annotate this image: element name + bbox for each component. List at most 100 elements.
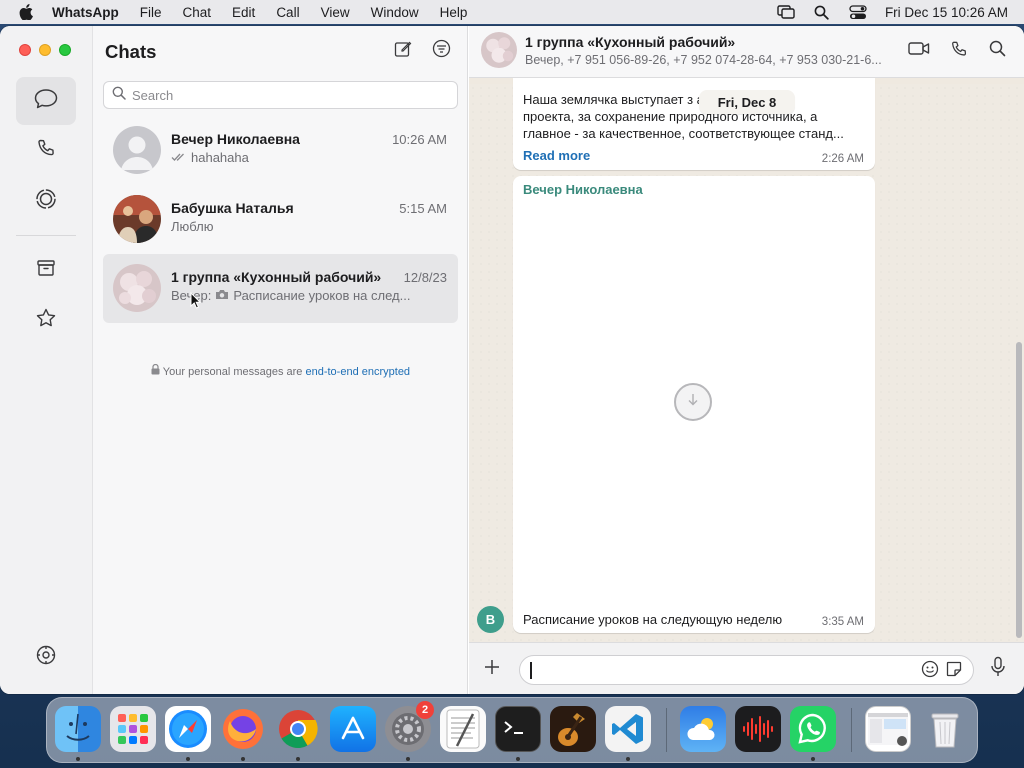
download-image-button[interactable] <box>674 383 712 421</box>
archive-icon <box>36 259 56 282</box>
conversation-title: 1 группа «Кухонный рабочий» <box>525 34 736 50</box>
menu-call[interactable]: Call <box>276 5 299 20</box>
settings-icon <box>35 644 57 671</box>
encryption-notice-text: Your personal messages are <box>162 366 303 378</box>
video-camera-icon <box>908 41 930 61</box>
message-input[interactable] <box>519 655 974 685</box>
spotlight-search-icon[interactable] <box>813 4 831 20</box>
chat-list-item[interactable]: Вечер Николаевна 10:26 AM hahahaha <box>103 116 458 185</box>
zoom-window-button[interactable] <box>59 44 71 56</box>
chat-time: 10:26 AM <box>392 132 447 147</box>
dock-safari-icon[interactable] <box>165 706 211 752</box>
menu-app-name[interactable]: WhatsApp <box>52 5 119 20</box>
dock-preview-thumbnail-icon[interactable] <box>865 706 911 752</box>
compose-icon <box>394 40 412 63</box>
menu-help[interactable]: Help <box>440 5 468 20</box>
chat-list-title: Chats <box>105 41 157 62</box>
filter-chats-button[interactable] <box>430 39 452 63</box>
message-text-line: главное - за качественное, соответствующ… <box>523 126 844 141</box>
dock-textedit-icon[interactable] <box>440 706 486 752</box>
dock: 2 <box>46 697 978 763</box>
apple-menu-icon[interactable] <box>16 2 36 22</box>
conversation-participants: Вечер, +7 951 056-89-26, +7 952 074-28-6… <box>525 53 882 67</box>
control-center-icon[interactable] <box>849 4 867 20</box>
sender-avatar[interactable]: В <box>477 606 504 633</box>
video-call-button[interactable] <box>907 40 931 62</box>
chat-time: 5:15 AM <box>399 201 447 216</box>
mouse-cursor-icon <box>190 291 202 314</box>
settings-nav-button[interactable] <box>16 633 76 681</box>
menu-chat[interactable]: Chat <box>183 5 212 20</box>
menu-window[interactable]: Window <box>371 5 419 20</box>
message-sender-name: Вечер Николаевна <box>523 182 643 197</box>
dock-app-store-icon[interactable] <box>330 706 376 752</box>
chat-list-item[interactable]: Бабушка Наталья 5:15 AM Люблю <box>103 185 458 254</box>
group-avatar <box>113 264 161 312</box>
read-more-link[interactable]: Read more <box>523 148 590 163</box>
contact-photo-avatar <box>113 195 161 243</box>
voice-message-button[interactable] <box>987 656 1009 683</box>
camera-icon <box>215 288 229 303</box>
dock-firefox-icon[interactable] <box>220 706 266 752</box>
chat-name: Вечер Николаевна <box>171 131 300 147</box>
dock-chrome-icon[interactable] <box>275 706 321 752</box>
starred-icon <box>35 307 57 334</box>
dock-whatsapp-icon[interactable] <box>790 706 836 752</box>
screen-mirroring-icon[interactable] <box>777 4 795 20</box>
encryption-notice: Your personal messages are end-to-end en… <box>93 363 468 378</box>
chat-time: 12/8/23 <box>403 270 447 285</box>
minimize-window-button[interactable] <box>39 44 51 56</box>
conversation-scrollbar[interactable] <box>1016 342 1022 638</box>
message-time: 2:26 AM <box>821 153 864 165</box>
attach-button[interactable] <box>481 658 503 680</box>
chat-preview: Люблю <box>171 219 451 234</box>
dock-running-indicator <box>241 757 245 761</box>
emoji-button[interactable] <box>920 660 940 681</box>
search-input[interactable] <box>132 87 432 103</box>
dock-terminal-icon[interactable] <box>495 706 541 752</box>
dock-finder-icon[interactable] <box>55 706 101 752</box>
search-in-chat-button[interactable] <box>985 40 1009 62</box>
chat-name: Бабушка Наталья <box>171 200 294 216</box>
encryption-link[interactable]: end-to-end encrypted <box>305 366 410 378</box>
dock-running-indicator <box>296 757 300 761</box>
default-avatar <box>113 126 161 174</box>
chat-list-item-selected[interactable]: 1 группа «Кухонный рабочий» 12/8/23 Вече… <box>103 254 458 323</box>
voice-call-button[interactable] <box>947 40 971 62</box>
navigation-rail <box>0 26 93 694</box>
message-bubble[interactable]: Наша землячка выступает з ание проекта, … <box>513 78 875 170</box>
dock-weather-icon[interactable] <box>680 706 726 752</box>
chat-preview-text: Люблю <box>171 219 214 234</box>
close-window-button[interactable] <box>19 44 31 56</box>
conversation-header[interactable]: 1 группа «Кухонный рабочий» Вечер, +7 95… <box>469 26 1024 78</box>
microphone-icon <box>990 656 1006 683</box>
chats-nav-button[interactable] <box>16 77 76 125</box>
image-message-bubble[interactable]: Вечер Николаевна Расписание уроков на сл… <box>513 176 875 633</box>
dock-launchpad-icon[interactable] <box>110 706 156 752</box>
dock-garageband-icon[interactable] <box>550 706 596 752</box>
new-chat-button[interactable] <box>392 40 414 62</box>
phone-icon <box>950 40 968 63</box>
menu-file[interactable]: File <box>140 5 162 20</box>
dock-voice-memos-icon[interactable] <box>735 706 781 752</box>
search-bar[interactable] <box>103 81 458 109</box>
chat-preview: hahahaha <box>171 150 451 165</box>
calls-nav-button[interactable] <box>16 126 76 174</box>
chat-list-panel: Chats Вечер Николаевна 10:26 AM <box>93 26 468 694</box>
menu-view[interactable]: View <box>321 5 350 20</box>
menu-bar-clock[interactable]: Fri Dec 15 10:26 AM <box>885 5 1008 20</box>
dock-separator <box>666 708 667 752</box>
starred-nav-button[interactable] <box>16 296 76 344</box>
dock-running-indicator <box>626 757 630 761</box>
sticker-button[interactable] <box>944 661 964 681</box>
filter-icon <box>432 39 451 63</box>
dock-vscode-icon[interactable] <box>605 706 651 752</box>
dock-running-indicator <box>516 757 520 761</box>
menu-edit[interactable]: Edit <box>232 5 255 20</box>
status-nav-button[interactable] <box>16 177 76 225</box>
text-caret <box>530 662 532 679</box>
dock-trash-icon[interactable] <box>922 706 968 752</box>
dock-running-indicator <box>811 757 815 761</box>
group-avatar <box>481 32 517 68</box>
archive-nav-button[interactable] <box>16 246 76 294</box>
